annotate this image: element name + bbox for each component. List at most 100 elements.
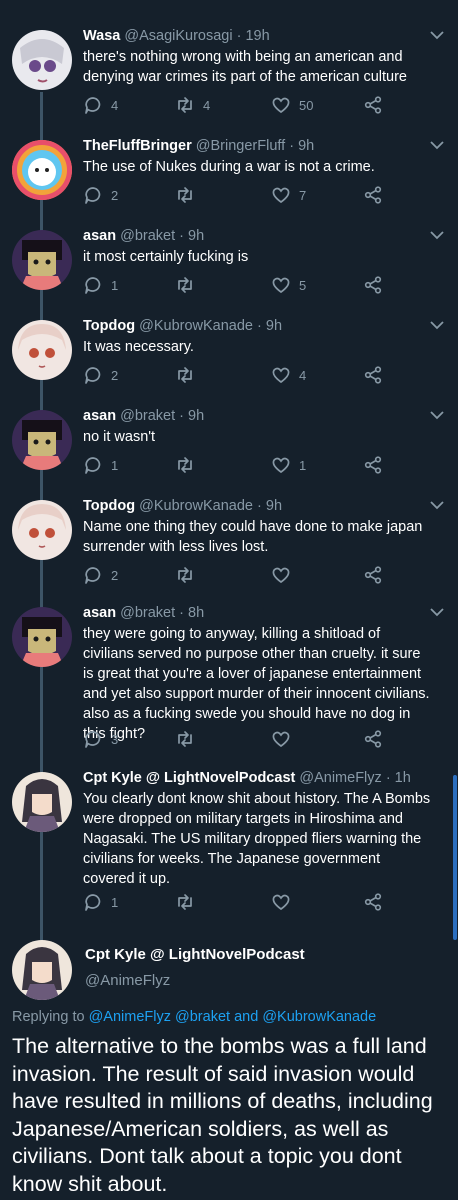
like-button[interactable]: 4 [271,364,306,386]
scrollbar[interactable] [453,775,457,940]
caret-down-icon[interactable] [430,30,444,40]
like-button[interactable] [271,564,299,586]
caret-down-icon[interactable] [430,500,444,510]
reply-button[interactable]: 1 [83,274,118,296]
retweet-icon [178,457,192,473]
timestamp[interactable]: · 9h [179,408,204,424]
mention-link[interactable]: @AnimeFlyz [89,1009,171,1025]
like-icon [272,97,290,114]
display-name[interactable]: asan [83,605,116,621]
share-button[interactable] [363,94,383,116]
share-icon [364,96,382,114]
retweet-icon [178,367,192,383]
caret-down-icon[interactable] [430,410,444,420]
caret-down-icon[interactable] [430,320,444,330]
retweet-icon [178,277,192,293]
like-button[interactable]: 50 [271,94,313,116]
share-button[interactable] [363,364,383,386]
focused-user-handle[interactable]: @AnimeFlyz [85,972,170,989]
reply-button[interactable]: 3 [83,728,118,750]
user-handle[interactable]: @braket [120,605,175,621]
tweet-text: they were going to anyway, killing a shi… [83,626,430,742]
tweet-actions: 1 1 [83,454,393,476]
like-button[interactable]: 5 [271,274,306,296]
share-button[interactable] [363,728,383,750]
like-button[interactable]: 7 [271,184,306,206]
timestamp[interactable]: · 9h [257,318,282,334]
display-name[interactable]: Wasa [83,28,120,44]
timestamp[interactable]: · 1h [386,770,411,786]
user-handle[interactable]: @KubrowKanade [139,318,253,334]
share-button[interactable] [363,564,383,586]
retweet-button[interactable] [175,184,203,206]
timestamp[interactable]: · 9h [289,138,314,154]
user-handle[interactable]: @braket [120,228,175,244]
display-name[interactable]: Topdog [83,318,135,334]
retweet-button[interactable]: 4 [175,94,210,116]
retweet-button[interactable] [175,274,203,296]
retweet-button[interactable] [175,891,203,913]
user-handle[interactable]: @BringerFluff [196,138,285,154]
timestamp[interactable]: · 19h [237,28,270,44]
reply-icon [85,567,101,584]
retweet-button[interactable] [175,454,203,476]
user-handle[interactable]: @AnimeFlyz [299,770,381,786]
share-button[interactable] [363,454,383,476]
avatar[interactable] [12,320,72,380]
display-name[interactable]: Cpt Kyle @ LightNovelPodcast [83,770,295,786]
avatar[interactable] [12,500,72,560]
reply-icon [85,187,101,204]
reply-count: 1 [111,277,119,293]
avatar[interactable] [12,607,72,667]
reply-button[interactable]: 4 [83,94,118,116]
focused-avatar[interactable] [12,940,72,1000]
like-button[interactable] [271,728,299,750]
avatar[interactable] [12,230,72,290]
timestamp[interactable]: · 8h [179,605,204,621]
display-name[interactable]: TheFluffBringer [83,138,192,154]
display-name[interactable]: Topdog [83,498,135,514]
share-button[interactable] [363,274,383,296]
reply-button[interactable]: 2 [83,364,118,386]
user-handle[interactable]: @AsagiKurosagi [124,28,232,44]
share-button[interactable] [363,184,383,206]
reply-button[interactable]: 2 [83,184,118,206]
user-handle[interactable]: @braket [120,408,175,424]
caret-down-icon[interactable] [430,230,444,240]
reply-count: 1 [111,457,119,473]
avatar[interactable] [12,410,72,470]
avatar[interactable] [12,140,72,200]
avatar[interactable] [12,30,72,90]
timestamp[interactable]: · 9h [257,498,282,514]
retweet-icon [178,731,192,747]
focused-display-name[interactable]: Cpt Kyle @ LightNovelPodcast [85,946,305,963]
reply-button[interactable]: 1 [83,454,118,476]
retweet-button[interactable] [175,564,203,586]
retweet-button[interactable] [175,728,203,750]
reply-button[interactable]: 1 [83,891,118,913]
reply-button[interactable]: 2 [83,564,118,586]
avatar[interactable] [12,772,72,832]
mention-link[interactable]: @KubrowKanade [262,1009,376,1025]
reply-count: 1 [111,894,119,910]
share-icon [364,366,382,384]
share-button[interactable] [363,891,383,913]
tweet-text: there's nothing wrong with being an amer… [83,49,407,85]
caret-down-icon[interactable] [430,140,444,150]
share-icon [364,276,382,294]
retweet-button[interactable] [175,364,203,386]
like-button[interactable]: 1 [271,454,306,476]
like-count: 5 [299,277,307,293]
caret-down-icon[interactable] [430,607,444,617]
like-button[interactable] [271,891,299,913]
display-name[interactable]: asan [83,408,116,424]
timestamp[interactable]: · 9h [179,228,204,244]
display-name[interactable]: asan [83,228,116,244]
user-handle[interactable]: @KubrowKanade [139,498,253,514]
tweet-text: The use of Nukes during a war is not a c… [83,159,375,175]
reply-icon [85,367,101,384]
mention-link[interactable]: @braket [175,1009,230,1025]
tweet-actions: 3 [83,728,393,750]
focused-tweet-text: The alternative to the bombs was a full … [12,1034,433,1196]
reply-icon [85,277,101,294]
